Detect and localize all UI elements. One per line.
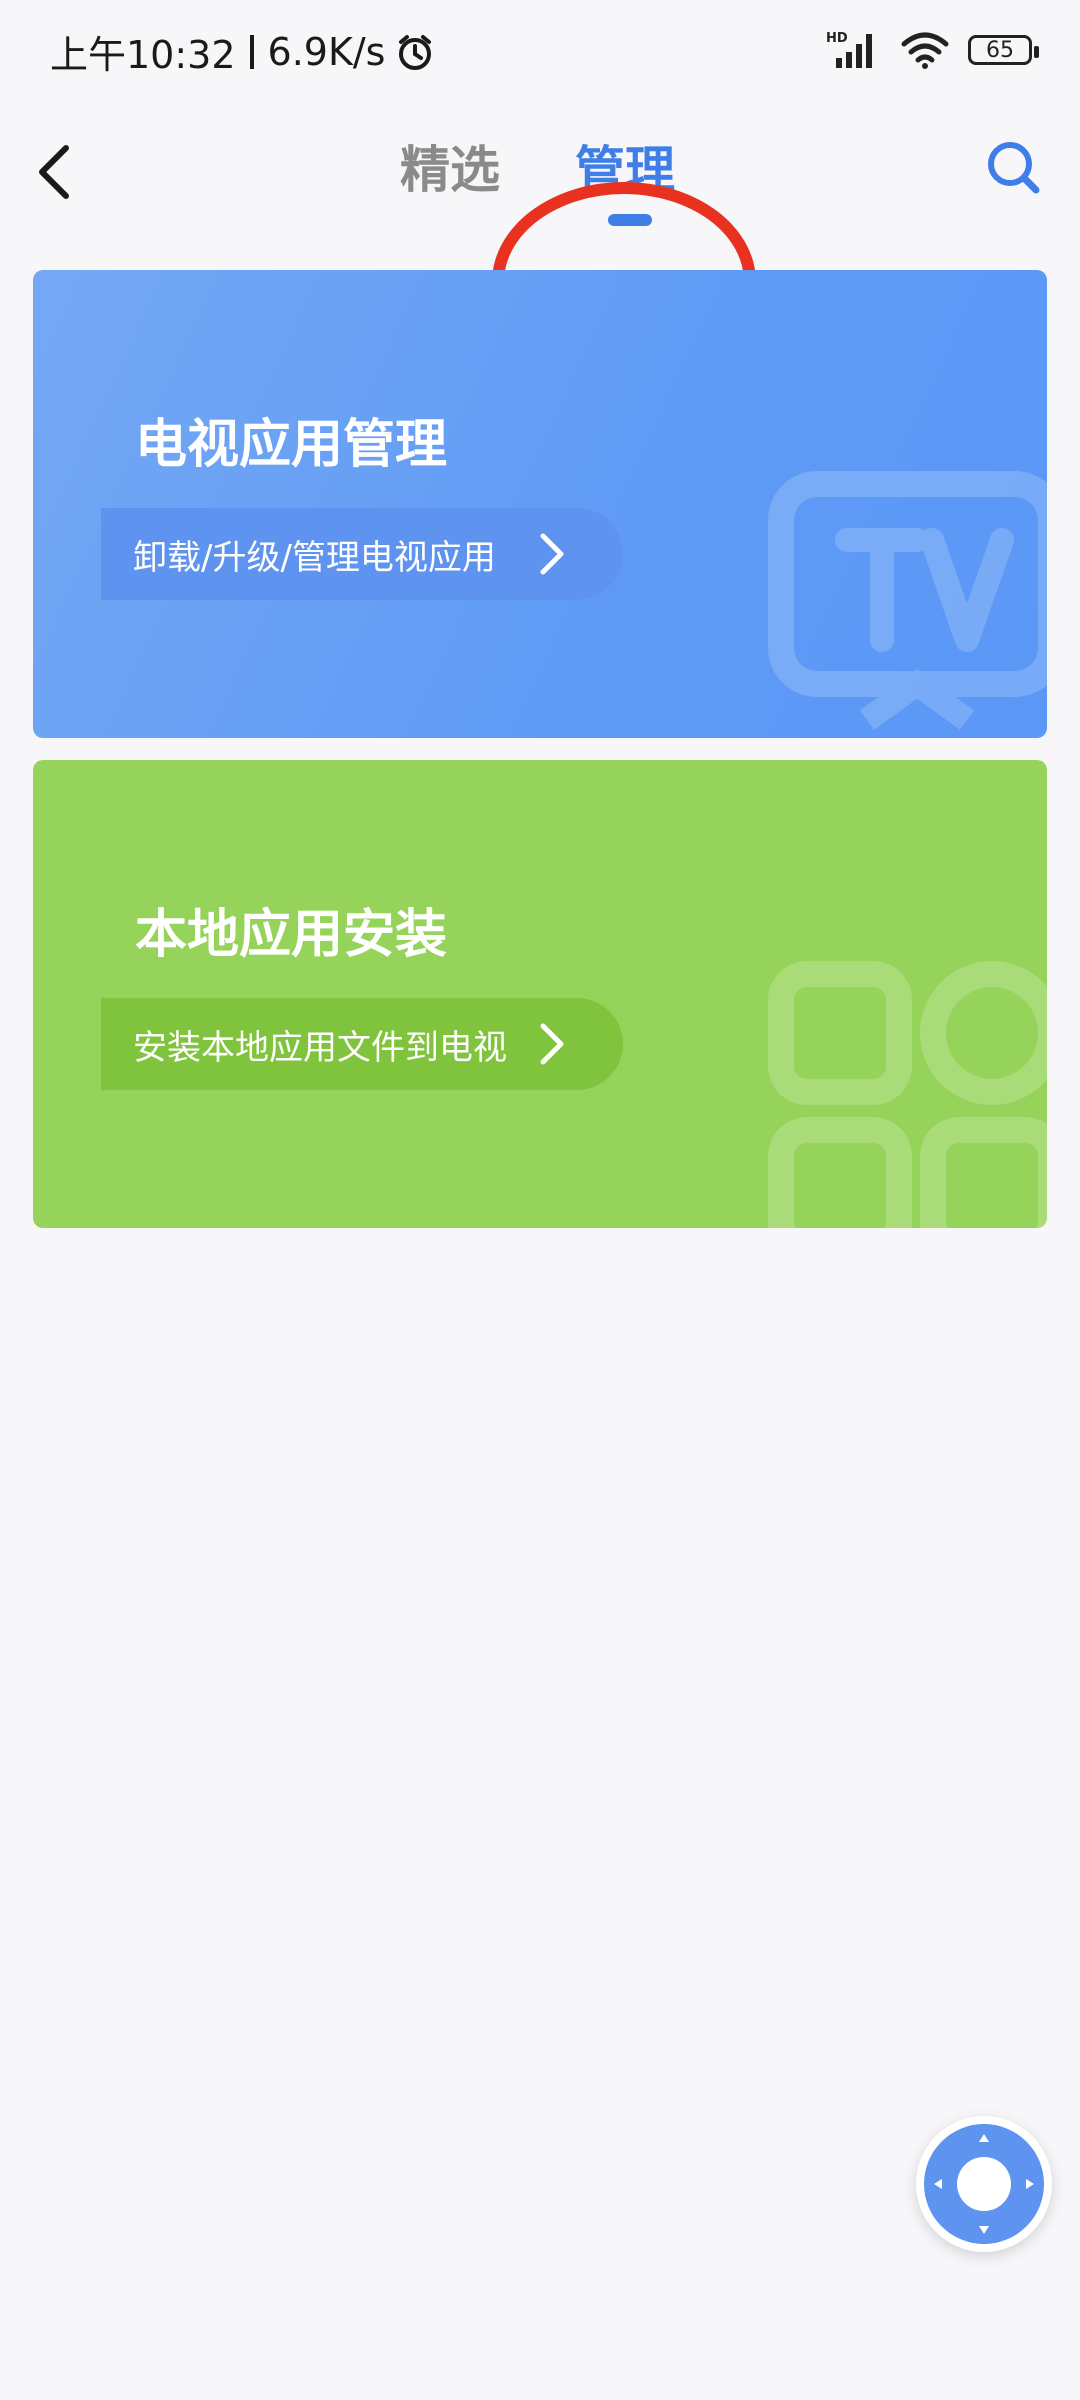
signal-icon: HD [826, 31, 872, 68]
battery-level: 65 [986, 37, 1014, 63]
card-title: 本地应用安装 [135, 905, 448, 965]
network-badge: HD [826, 31, 848, 46]
install-local-app-button[interactable]: 安装本地应用文件到电视 [101, 998, 623, 1090]
chevron-right-icon [540, 533, 564, 575]
status-bar: 上午10:32 6.9K/s HD 65 [0, 0, 1080, 110]
apps-grid-icon [768, 961, 1047, 1228]
wifi-icon [901, 32, 949, 69]
network-speed: 6.9K/s [267, 29, 386, 74]
manage-tv-apps-button[interactable]: 卸载/升级/管理电视应用 [101, 508, 623, 600]
chevron-right-icon [540, 1023, 564, 1065]
chevron-left-icon[interactable] [24, 132, 84, 212]
alarm-icon [399, 34, 432, 70]
search-icon[interactable] [978, 132, 1048, 202]
status-right: HD 65 [826, 30, 1039, 70]
tv-app-management-card[interactable]: 电视应用管理 卸载/升级/管理电视应用 [33, 270, 1047, 738]
local-app-install-card[interactable]: 本地应用安装 安装本地应用文件到电视 [33, 760, 1047, 1228]
status-divider [249, 34, 254, 69]
remote-control-button[interactable] [916, 2116, 1052, 2252]
header: 精选 管理 [0, 110, 1080, 382]
remote-ok-center [957, 2157, 1011, 2211]
tv-icon [768, 471, 1047, 730]
tab-active-indicator [608, 214, 652, 226]
remote-control-icon [924, 2124, 1044, 2244]
card-title: 电视应用管理 [135, 415, 448, 475]
status-left: 上午10:32 6.9K/s [50, 24, 435, 79]
battery-icon: 65 [968, 35, 1039, 65]
card-button-label: 卸载/升级/管理电视应用 [133, 537, 496, 578]
tab-featured[interactable]: 精选 [400, 130, 500, 202]
tab-manage[interactable]: 管理 [575, 130, 675, 202]
status-time: 上午10:32 [50, 33, 236, 77]
card-button-label: 安装本地应用文件到电视 [133, 1027, 507, 1068]
